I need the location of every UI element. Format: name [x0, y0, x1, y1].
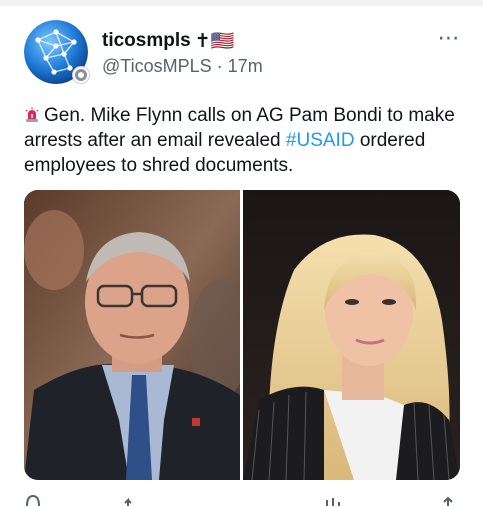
display-name-row[interactable]: ticosmpls ✝🇺🇸: [102, 28, 234, 54]
photo-divider: [240, 190, 243, 480]
repost-icon[interactable]: [124, 492, 142, 506]
tweet-card[interactable]: ticosmpls ✝🇺🇸 @TicosMPLS · 17m ⋯ Gen. Mi…: [0, 6, 483, 506]
hashtag-link[interactable]: #USAID: [286, 130, 355, 151]
media-photos: [24, 190, 460, 480]
seal-icon: [75, 69, 87, 81]
handle[interactable]: @TicosMPLS: [102, 56, 212, 76]
name-emoji-suffix: ✝🇺🇸: [194, 31, 235, 52]
timestamp[interactable]: 17m: [228, 56, 263, 76]
tweet-text: Gen. Mike Flynn calls on AG Pam Bondi to…: [24, 103, 464, 178]
display-name[interactable]: ticosmpls: [102, 30, 191, 52]
handle-row: @TicosMPLS · 17m: [102, 56, 263, 77]
share-icon[interactable]: [439, 492, 457, 506]
photo-right[interactable]: [243, 190, 460, 480]
media-grid[interactable]: [24, 190, 460, 480]
views-icon[interactable]: [324, 492, 342, 506]
reply-icon[interactable]: [24, 492, 42, 506]
photo-left[interactable]: [24, 190, 249, 480]
police-siren-icon: [25, 107, 39, 122]
more-options-icon[interactable]: ⋯: [432, 25, 466, 50]
verified-org-badge: [72, 66, 90, 84]
action-bar: [24, 492, 460, 506]
separator: ·: [216, 56, 223, 76]
